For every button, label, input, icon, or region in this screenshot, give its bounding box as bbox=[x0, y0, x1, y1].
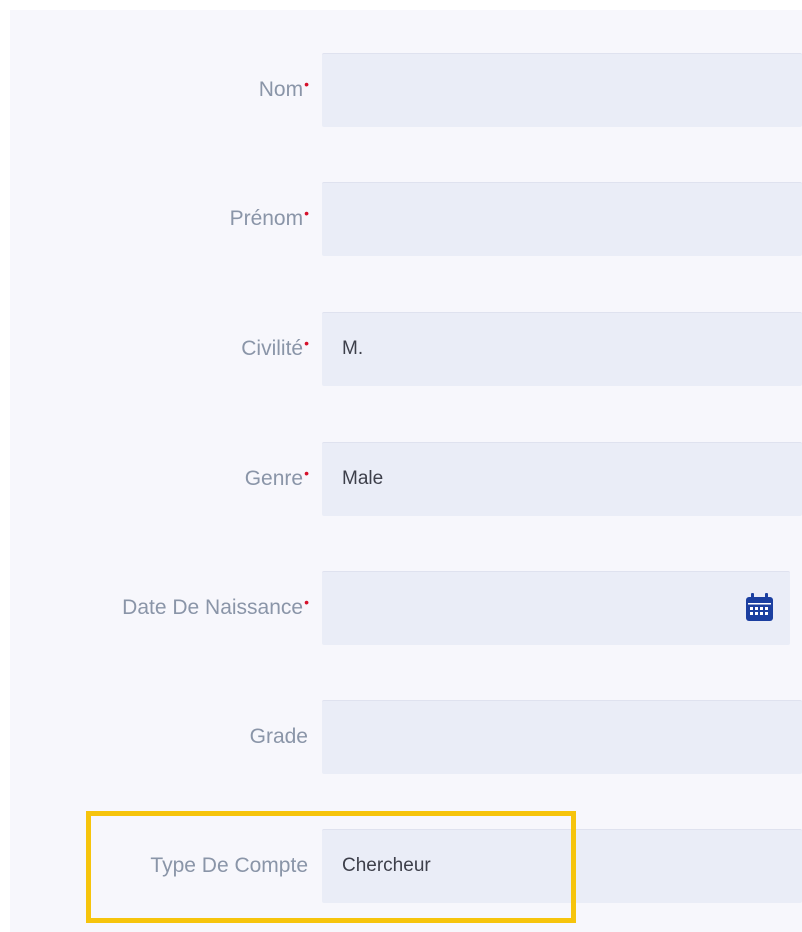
civilite-label: Civilité• bbox=[241, 335, 309, 360]
required-marker: • bbox=[304, 594, 309, 610]
type-compte-select[interactable]: Chercheur bbox=[322, 829, 802, 903]
nom-input[interactable] bbox=[322, 53, 802, 127]
required-marker: • bbox=[304, 335, 309, 351]
civilite-select[interactable]: M. bbox=[322, 312, 802, 386]
genre-select[interactable]: Male bbox=[322, 442, 802, 516]
grade-input[interactable] bbox=[322, 700, 802, 774]
genre-value: Male bbox=[342, 468, 384, 489]
form-row-type-compte: Type De Compte Chercheur bbox=[10, 829, 802, 903]
form-row-civilite: Civilité• M. bbox=[10, 312, 802, 386]
prenom-input[interactable] bbox=[322, 182, 802, 256]
date-naissance-input[interactable] bbox=[322, 571, 790, 645]
civilite-value: M. bbox=[342, 338, 364, 359]
form-panel: Nom• Prénom• Civilité• M. Genre• Male Da… bbox=[10, 10, 802, 932]
required-marker: • bbox=[304, 76, 309, 92]
form-row-grade: Grade bbox=[10, 700, 802, 774]
form-row-nom: Nom• bbox=[10, 53, 802, 127]
required-marker: • bbox=[304, 205, 309, 221]
form-row-date-naissance: Date De Naissance• bbox=[10, 571, 802, 645]
nom-label: Nom• bbox=[258, 76, 309, 101]
required-marker: • bbox=[304, 465, 309, 481]
form-row-genre: Genre• Male bbox=[10, 442, 802, 516]
grade-label: Grade bbox=[249, 725, 308, 748]
genre-label: Genre• bbox=[244, 465, 309, 490]
type-compte-label: Type De Compte bbox=[150, 854, 308, 877]
prenom-label: Prénom• bbox=[229, 205, 309, 230]
form-row-prenom: Prénom• bbox=[10, 182, 802, 256]
date-naissance-label: Date De Naissance• bbox=[122, 594, 309, 619]
type-compte-value: Chercheur bbox=[342, 855, 431, 876]
calendar-icon[interactable] bbox=[744, 592, 775, 623]
